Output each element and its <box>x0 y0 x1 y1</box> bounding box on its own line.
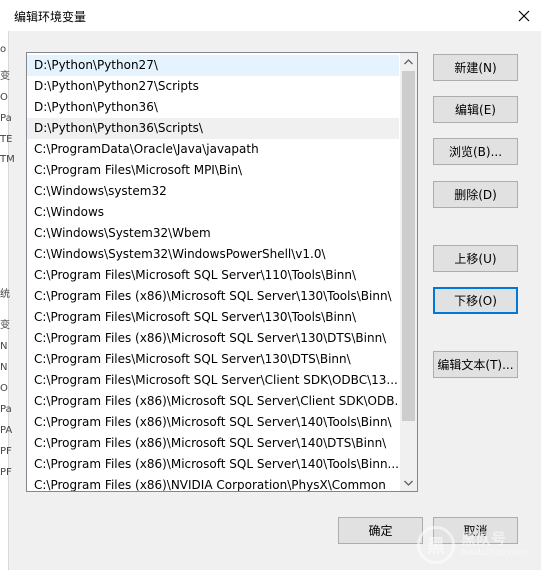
site-watermark: 黑 黑队号 heiduihao.com <box>417 524 537 568</box>
background-fragment: PF <box>0 467 12 478</box>
path-list-item[interactable]: C:\Windows\System32\WindowsPowerShell\v1… <box>27 244 399 265</box>
background-fragment: PA <box>0 425 13 436</box>
path-list-item[interactable]: C:\Program Files (x86)\Microsoft SQL Ser… <box>27 454 399 475</box>
background-fragment: O <box>0 383 8 394</box>
scroll-down-button[interactable] <box>400 474 417 491</box>
scroll-up-button[interactable] <box>400 53 417 70</box>
path-listbox[interactable]: D:\Python\Python27\ D:\Python\Python27\Sc… <box>26 52 418 492</box>
background-fragment: 统 <box>0 289 10 300</box>
path-list-item[interactable]: C:\Program Files (x86)\Microsoft SQL Ser… <box>27 433 399 454</box>
background-fragment: 变 <box>0 320 10 331</box>
vertical-scrollbar[interactable] <box>400 53 417 491</box>
watermark-text: 黑队号 <box>461 530 507 548</box>
background-fragment: 变 <box>0 71 10 82</box>
path-list: D:\Python\Python27\ D:\Python\Python27\Sc… <box>27 55 399 491</box>
edit-environment-variable-dialog: 编辑环境变量 o 变 O Pa TE TM 统 变 N N O Pa PA PF… <box>0 0 541 570</box>
edit-text-button[interactable]: 编辑文本(T)... <box>433 351 518 378</box>
path-list-item[interactable]: C:\Program Files (x86)\Microsoft SQL Ser… <box>27 286 399 307</box>
path-list-item[interactable]: D:\Python\Python27\Scripts <box>27 76 399 97</box>
path-list-item[interactable]: C:\Windows\system32 <box>27 181 399 202</box>
chevron-up-icon <box>404 58 413 64</box>
path-list-item[interactable]: C:\Program Files\Microsoft SQL Server\13… <box>27 307 399 328</box>
close-icon <box>518 10 530 21</box>
path-list-item[interactable]: D:\Python\Python36\ <box>27 97 399 118</box>
background-fragment: N <box>0 341 8 352</box>
path-list-item[interactable]: C:\ProgramData\Oracle\Java\javapath <box>27 139 399 160</box>
path-list-item[interactable]: C:\Program Files\Microsoft MPI\Bin\ <box>27 160 399 181</box>
watermark-logo: 黑 <box>417 526 455 564</box>
path-list-item[interactable]: C:\Program Files\Microsoft SQL Server\Cl… <box>27 370 399 391</box>
chevron-down-icon <box>404 480 413 486</box>
move-down-button[interactable]: 下移(O) <box>433 287 518 314</box>
background-fragment: Pa <box>0 113 12 124</box>
path-list-item[interactable]: C:\Windows <box>27 202 399 223</box>
path-list-item[interactable]: C:\Program Files\Microsoft SQL Server\13… <box>27 349 399 370</box>
browse-button[interactable]: 浏览(B)... <box>433 138 518 165</box>
background-fragment: TE <box>0 134 13 145</box>
path-list-item[interactable]: C:\Program Files (x86)\Microsoft SQL Ser… <box>27 328 399 349</box>
path-list-item[interactable]: C:\Program Files (x86)\Microsoft SQL Ser… <box>27 412 399 433</box>
close-button[interactable] <box>507 0 541 31</box>
move-up-button[interactable]: 上移(U) <box>433 245 518 272</box>
delete-button[interactable]: 删除(D) <box>433 181 518 208</box>
dialog-title: 编辑环境变量 <box>14 10 87 24</box>
background-fragment: o <box>0 44 7 55</box>
background-fragment: Pa <box>0 404 12 415</box>
new-button[interactable]: 新建(N) <box>433 54 518 81</box>
watermark-url: heiduihao.com <box>461 548 528 558</box>
ok-button[interactable]: 确定 <box>338 517 423 544</box>
edit-button[interactable]: 编辑(E) <box>433 96 518 123</box>
path-list-item[interactable]: D:\Python\Python27\ <box>27 55 399 76</box>
background-window-edge: o 变 O Pa TE TM 统 变 N N O Pa PA PF PF <box>0 31 15 570</box>
path-list-item[interactable]: C:\Program Files (x86)\NVIDIA Corporatio… <box>27 475 399 491</box>
path-list-item[interactable]: C:\Windows\System32\Wbem <box>27 223 399 244</box>
path-list-item[interactable]: D:\Python\Python36\Scripts\ <box>27 118 399 139</box>
background-fragment: N <box>0 362 8 373</box>
path-list-item[interactable]: C:\Program Files (x86)\Microsoft SQL Ser… <box>27 391 399 412</box>
path-list-item[interactable]: C:\Program Files\Microsoft SQL Server\11… <box>27 265 399 286</box>
title-bar: 编辑环境变量 <box>0 0 541 31</box>
background-fragment: TM <box>0 154 15 165</box>
background-fragment: O <box>0 92 8 103</box>
scrollbar-thumb[interactable] <box>402 71 415 421</box>
background-fragment: PF <box>0 446 12 457</box>
